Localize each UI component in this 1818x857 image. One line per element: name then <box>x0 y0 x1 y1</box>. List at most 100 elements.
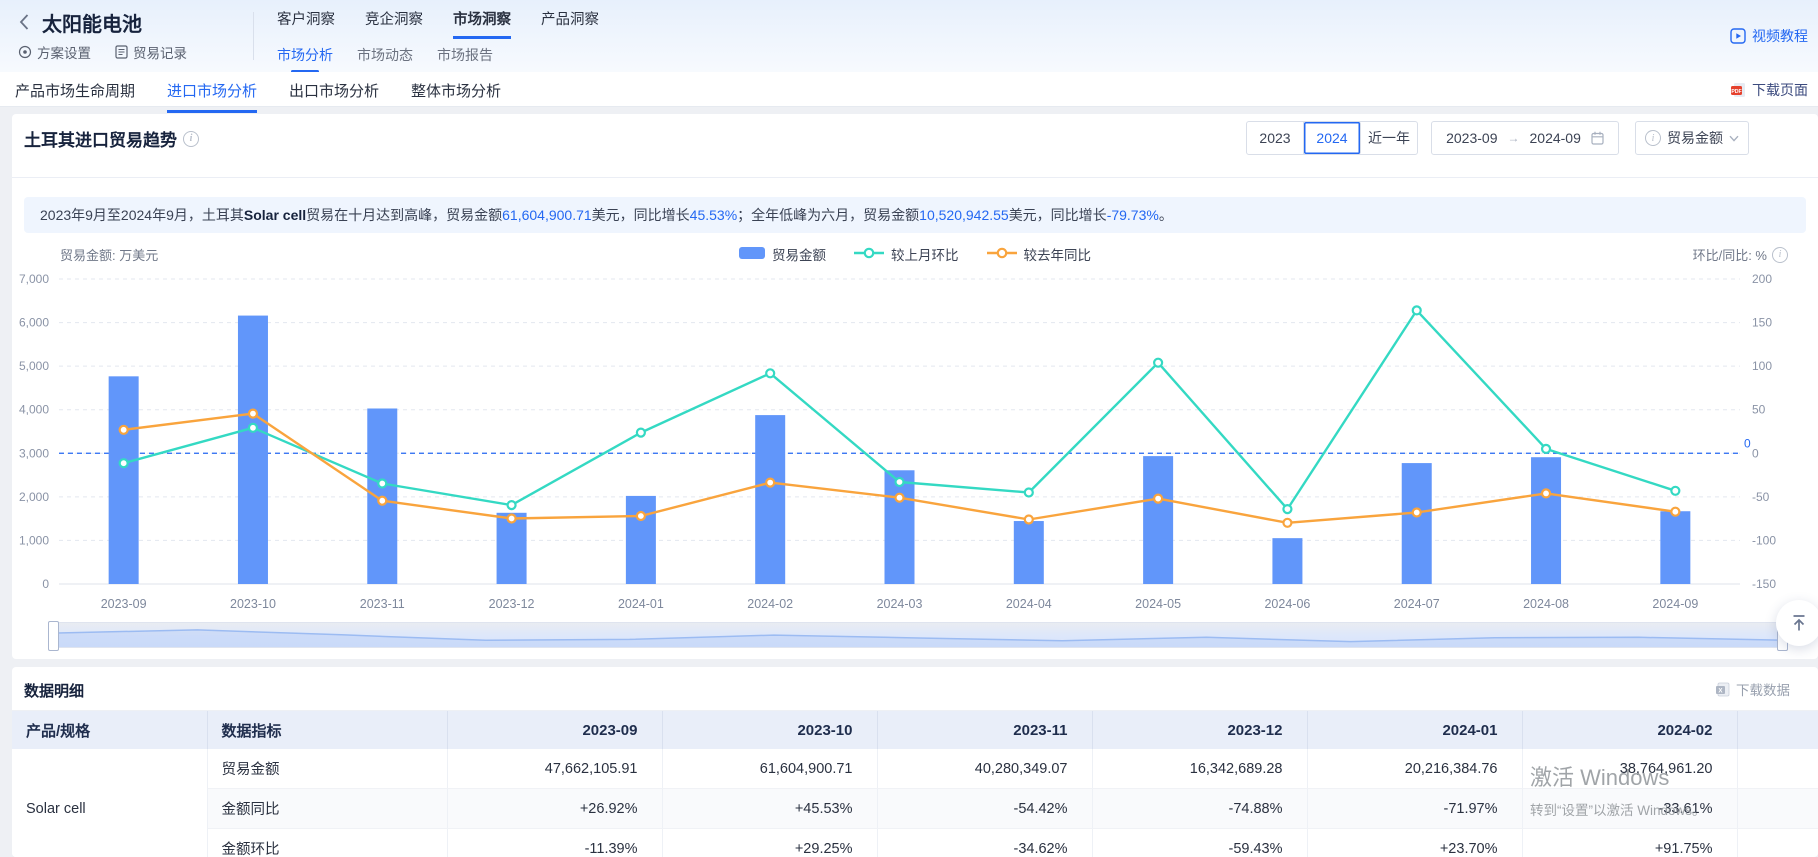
datazoom-band[interactable] <box>52 622 1784 648</box>
date-range-picker[interactable]: 2023-09 → 2024-09 <box>1431 121 1619 155</box>
target-icon <box>18 45 32 59</box>
table-header-3: 2023-09 <box>447 711 662 749</box>
svg-text:3,000: 3,000 <box>19 446 49 460</box>
nav3-tab-3[interactable]: 出口市场分析 <box>289 72 379 113</box>
info-icon: i <box>1645 130 1661 146</box>
nav3-tab-1[interactable]: 产品市场生命周期 <box>15 72 135 113</box>
svg-text:200: 200 <box>1752 272 1772 286</box>
top-tab-2[interactable]: 竞企洞察 <box>365 8 423 39</box>
svg-text:2024-05: 2024-05 <box>1135 597 1181 611</box>
legend-item-2[interactable]: 较上月环比 <box>854 244 959 264</box>
value-cell: 40,280,349.07 <box>877 749 1092 789</box>
table-header-7: 2024-01 <box>1307 711 1522 749</box>
datazoom-preview <box>53 623 1783 647</box>
legend-line-swatch <box>987 246 1017 263</box>
video-tutorial-label: 视频教程 <box>1752 26 1808 46</box>
arrow-right-icon: → <box>1508 131 1520 145</box>
table-header-4: 2023-10 <box>662 711 877 749</box>
value-cell: -33.61% <box>1522 789 1737 829</box>
datazoom-handle-left[interactable] <box>48 621 59 651</box>
video-tutorial-button[interactable]: 视频教程 <box>1730 26 1808 46</box>
svg-text:2023-09: 2023-09 <box>101 597 147 611</box>
trade-records-link[interactable]: 贸易记录 <box>115 42 187 62</box>
second-tab-row: 市场分析市场动态市场报告 <box>277 45 493 73</box>
value-cell: 61,604,900.71 <box>662 749 877 789</box>
year-button-2023[interactable]: 2023 <box>1247 122 1304 154</box>
legend-label: 贸易金额 <box>772 244 826 264</box>
table-header-empty <box>1737 711 1818 749</box>
market-analysis-tabs: 产品市场生命周期进口市场分析出口市场分析整体市场分析 <box>15 72 501 113</box>
date-to-value: 2024-09 <box>1530 130 1581 146</box>
table-header-6: 2023-12 <box>1092 711 1307 749</box>
year-button-近一年[interactable]: 近一年 <box>1361 122 1417 154</box>
value-cell: 38,764,961.20 <box>1522 749 1737 789</box>
svg-text:100: 100 <box>1752 359 1772 373</box>
chevron-left-icon <box>18 13 30 31</box>
table-row-金额环比: 金额环比-11.39%+29.25%-34.62%-59.43%+23.70%+… <box>12 829 1818 857</box>
second-tab-2[interactable]: 市场动态 <box>357 45 413 73</box>
card-divider <box>12 177 1818 178</box>
svg-text:PDF: PDF <box>1731 89 1741 95</box>
summary-segment: 美元，同比增长 <box>592 207 690 223</box>
header-bar: 太阳能电池 方案设置 贸易记录 客户洞察竞企洞察市场洞察产品洞察 市场分析市场动… <box>0 0 1818 72</box>
download-page-button[interactable]: PDF 下载页面 <box>1730 80 1808 100</box>
indicator-cell: 金额环比 <box>207 829 447 857</box>
info-icon[interactable]: i <box>1772 247 1788 263</box>
trend-summary: 2023年9月至2024年9月，土耳其Solar cell贸易在十月达到高峰，贸… <box>24 197 1806 233</box>
svg-text:2023-11: 2023-11 <box>360 597 405 611</box>
table-row-贸易金额: Solar cell贸易金额47,662,105.9161,604,900.71… <box>12 749 1818 789</box>
svg-text:2024-09: 2024-09 <box>1652 597 1698 611</box>
summary-segment: 2023年9月至2024年9月，土耳其 <box>40 207 244 223</box>
summary-segment: ；全年低峰为六月，贸易金额 <box>737 207 919 223</box>
year-button-2024[interactable]: 2024 <box>1304 122 1361 154</box>
summary-segment: Solar cell <box>244 207 306 223</box>
product-cell: Solar cell <box>12 749 207 857</box>
data-detail-card: 数据明细 X 下载数据 产品/规格数据指标2023-092023-102023-… <box>12 667 1818 857</box>
legend-item-1[interactable]: 贸易金额 <box>739 244 826 264</box>
value-cell: -11.39% <box>447 829 662 857</box>
empty-cell <box>1737 749 1818 789</box>
legend-item-3[interactable]: 较去年同比 <box>987 244 1092 264</box>
download-data-button[interactable]: X 下载数据 <box>1715 679 1790 699</box>
top-tab-4[interactable]: 产品洞察 <box>541 8 599 39</box>
top-tab-1[interactable]: 客户洞察 <box>277 8 335 39</box>
value-cell: -71.97% <box>1307 789 1522 829</box>
second-tab-3[interactable]: 市场报告 <box>437 45 493 73</box>
page: 太阳能电池 方案设置 贸易记录 客户洞察竞企洞察市场洞察产品洞察 市场分析市场动… <box>0 0 1818 857</box>
plan-settings-link[interactable]: 方案设置 <box>18 42 91 62</box>
top-tab-3[interactable]: 市场洞察 <box>453 8 511 39</box>
value-cell: 16,342,689.28 <box>1092 749 1307 789</box>
trend-chart[interactable]: 7,0002006,0001505,0001004,000503,00002,0… <box>12 264 1818 624</box>
indicator-cell: 贸易金额 <box>207 749 447 789</box>
datazoom-slider[interactable] <box>52 622 1784 648</box>
summary-segment: 61,604,900.71 <box>502 207 592 223</box>
document-icon <box>115 45 128 59</box>
value-cell: -59.43% <box>1092 829 1307 857</box>
trend-chart-svg: 7,0002006,0001505,0001004,000503,00002,0… <box>12 264 1818 624</box>
chart-title: 土耳其进口贸易趋势 <box>24 126 177 151</box>
second-tab-1[interactable]: 市场分析 <box>277 45 333 73</box>
data-table: 产品/规格数据指标2023-092023-102023-112023-12202… <box>12 711 1818 857</box>
svg-text:4,000: 4,000 <box>19 403 49 417</box>
summary-segment: 美元，同比增长 <box>1009 207 1107 223</box>
summary-segment: 10,520,942.55 <box>919 207 1009 223</box>
trade-records-label: 贸易记录 <box>133 42 187 62</box>
value-cell: 47,662,105.91 <box>447 749 662 789</box>
svg-text:2024-08: 2024-08 <box>1523 597 1569 611</box>
empty-cell <box>1737 829 1818 857</box>
back-button[interactable] <box>18 13 30 36</box>
svg-text:2024-06: 2024-06 <box>1264 597 1310 611</box>
back-to-top-button[interactable] <box>1776 600 1818 646</box>
nav3-tab-2[interactable]: 进口市场分析 <box>167 72 257 113</box>
chart-title-row: 土耳其进口贸易趋势 i <box>24 126 199 151</box>
svg-text:50: 50 <box>1752 403 1766 417</box>
svg-text:2023-10: 2023-10 <box>230 597 276 611</box>
page-title: 太阳能电池 <box>42 8 142 37</box>
info-icon[interactable]: i <box>183 131 199 147</box>
import-trend-card: 土耳其进口贸易趋势 i 20232024近一年 2023-09 → 2024-0… <box>12 114 1818 659</box>
data-detail-header: 数据明细 X 下载数据 <box>12 667 1818 711</box>
download-data-label: 下载数据 <box>1736 679 1790 699</box>
nav3-tab-4[interactable]: 整体市场分析 <box>411 72 501 113</box>
metric-select[interactable]: i 贸易金额 <box>1635 121 1749 155</box>
svg-text:2,000: 2,000 <box>19 490 49 504</box>
